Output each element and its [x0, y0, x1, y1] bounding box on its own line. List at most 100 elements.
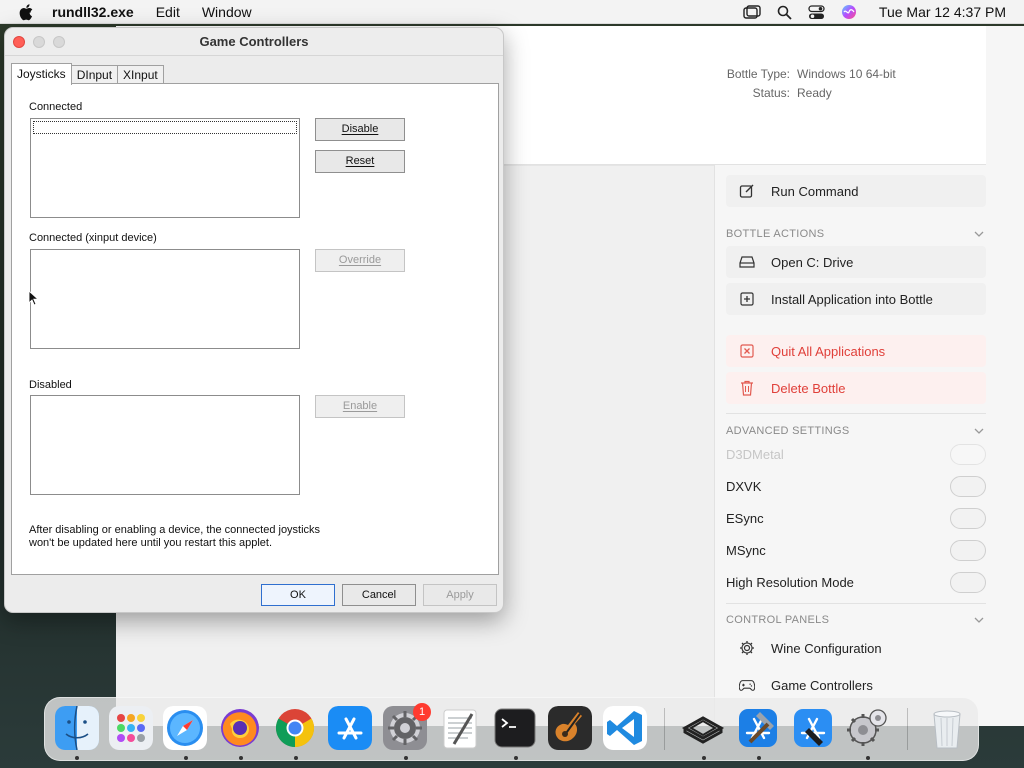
- chrome-icon[interactable]: [273, 706, 317, 750]
- reset-button[interactable]: Reset: [315, 150, 405, 173]
- wine-configuration-label: Wine Configuration: [771, 640, 882, 656]
- high-resolution-mode-setting: High Resolution Mode: [726, 567, 986, 597]
- advanced-settings-title: ADVANCED SETTINGS: [726, 425, 850, 437]
- bottle-type-value: Windows 10 64-bit: [797, 67, 896, 81]
- menu-bar-clock[interactable]: Tue Mar 12 4:37 PM: [879, 4, 1006, 20]
- dxvk-label: DXVK: [726, 478, 762, 494]
- running-indicator: [404, 756, 408, 760]
- running-indicator: [514, 756, 518, 760]
- d3dmetal-toggle: [950, 443, 986, 465]
- control-center-icon[interactable]: [808, 4, 825, 20]
- xinput-device-label: Connected (xinput device): [29, 232, 157, 244]
- safari-icon[interactable]: [163, 706, 207, 750]
- window-menu[interactable]: Window: [202, 4, 252, 20]
- restart-note-line-2: won't be updated here until you restart …: [29, 537, 273, 549]
- dock: 1: [44, 697, 979, 761]
- gear-icon: [739, 640, 755, 656]
- running-indicator: [866, 756, 870, 760]
- running-indicator: [294, 756, 298, 760]
- delete-bottle-button[interactable]: Delete Bottle: [726, 372, 986, 404]
- dialog-title-bar[interactable]: Game Controllers: [5, 28, 503, 56]
- control-panels-header[interactable]: CONTROL PANELS: [726, 614, 986, 626]
- install-application-button[interactable]: Install Application into Bottle: [726, 283, 986, 315]
- restart-note-line-1: After disabling or enabling a device, th…: [29, 524, 321, 536]
- notification-badge: 1: [413, 703, 431, 721]
- dock-separator: [664, 708, 665, 750]
- app-store-icon[interactable]: [328, 706, 372, 750]
- system-settings-icon[interactable]: 1: [383, 703, 431, 750]
- esync-label: ESync: [726, 510, 764, 526]
- app-menu[interactable]: rundll32.exe: [52, 4, 134, 20]
- install-application-label: Install Application into Bottle: [771, 291, 933, 307]
- apple-menu-icon[interactable]: [18, 3, 36, 21]
- tab-bar: Joysticks DInput XInput: [11, 63, 164, 85]
- trash-icon: [739, 380, 755, 396]
- mouse-pointer-icon: [28, 289, 40, 309]
- launchpad-icon[interactable]: [109, 706, 153, 750]
- firefox-icon[interactable]: [218, 706, 262, 750]
- chevron-down-icon: [974, 425, 984, 437]
- divider: [726, 413, 986, 414]
- msync-toggle[interactable]: [950, 539, 986, 561]
- advanced-settings-header[interactable]: ADVANCED SETTINGS: [726, 425, 986, 437]
- open-drive-button[interactable]: Open C: Drive: [726, 246, 986, 278]
- connected-list[interactable]: [30, 118, 300, 218]
- disabled-list[interactable]: [30, 395, 300, 495]
- chevron-down-icon: [974, 228, 984, 240]
- run-command-button[interactable]: Run Command: [726, 175, 986, 207]
- xcode-icon[interactable]: [736, 706, 780, 750]
- apply-button[interactable]: Apply: [423, 584, 497, 606]
- bottle-actions-header[interactable]: BOTTLE ACTIONS: [726, 228, 986, 240]
- quit-all-applications-button[interactable]: Quit All Applications: [726, 335, 986, 367]
- tab-xinput[interactable]: XInput: [117, 65, 164, 84]
- bottle-type-label: Bottle Type:: [726, 67, 790, 81]
- finder-icon[interactable]: [55, 706, 99, 750]
- spotlight-search-icon[interactable]: [777, 5, 792, 20]
- window-switcher-icon[interactable]: [743, 4, 761, 20]
- xinput-device-list[interactable]: [30, 249, 300, 349]
- terminal-icon[interactable]: [493, 706, 537, 750]
- wine-gear-icon[interactable]: [845, 706, 889, 750]
- bottle-status-row: Status: Ready: [710, 86, 832, 100]
- enable-button[interactable]: Enable: [315, 395, 405, 418]
- whisky-icon[interactable]: [681, 706, 725, 750]
- vscode-icon[interactable]: [603, 706, 647, 750]
- game-controllers-label: Game Controllers: [771, 677, 873, 693]
- garageband-icon[interactable]: [548, 706, 592, 750]
- bottle-status-value: Ready: [797, 86, 832, 100]
- wine-configuration-button[interactable]: Wine Configuration: [726, 632, 986, 664]
- override-button[interactable]: Override: [315, 249, 405, 272]
- dock-separator: [907, 708, 908, 750]
- gamepad-icon: [739, 677, 755, 693]
- x-square-icon: [739, 343, 755, 359]
- dxvk-toggle[interactable]: [950, 475, 986, 497]
- tab-dinput[interactable]: DInput: [70, 65, 119, 84]
- esync-toggle[interactable]: [950, 507, 986, 529]
- msync-setting: MSync: [726, 535, 986, 565]
- ok-button[interactable]: OK: [261, 584, 335, 606]
- xcode-tool-icon[interactable]: [791, 706, 835, 750]
- esync-setting: ESync: [726, 503, 986, 533]
- trash-icon[interactable]: [925, 706, 969, 750]
- bottle-actions-title: BOTTLE ACTIONS: [726, 228, 825, 240]
- edit-square-icon: [739, 183, 755, 199]
- bottle-status-label: Status:: [752, 86, 790, 100]
- disabled-label: Disabled: [29, 379, 72, 391]
- cancel-button[interactable]: Cancel: [342, 584, 416, 606]
- siri-icon[interactable]: [841, 4, 857, 20]
- plus-square-icon: [739, 291, 755, 307]
- tab-joysticks[interactable]: Joysticks: [11, 63, 72, 85]
- divider: [726, 603, 986, 604]
- high-resolution-mode-toggle[interactable]: [950, 571, 986, 593]
- menu-bar: rundll32.exe Edit Window Tue Mar 12 4:37…: [0, 0, 1024, 24]
- msync-label: MSync: [726, 542, 766, 558]
- textedit-icon[interactable]: [438, 706, 482, 750]
- joysticks-panel: Connected Disable Reset Connected (xinpu…: [11, 83, 499, 575]
- high-resolution-mode-label: High Resolution Mode: [726, 574, 854, 590]
- edit-menu[interactable]: Edit: [156, 4, 180, 20]
- running-indicator: [757, 756, 761, 760]
- dialog-title: Game Controllers: [199, 34, 309, 49]
- divider: [714, 165, 715, 726]
- disable-button[interactable]: Disable: [315, 118, 405, 141]
- connected-label: Connected: [29, 101, 83, 113]
